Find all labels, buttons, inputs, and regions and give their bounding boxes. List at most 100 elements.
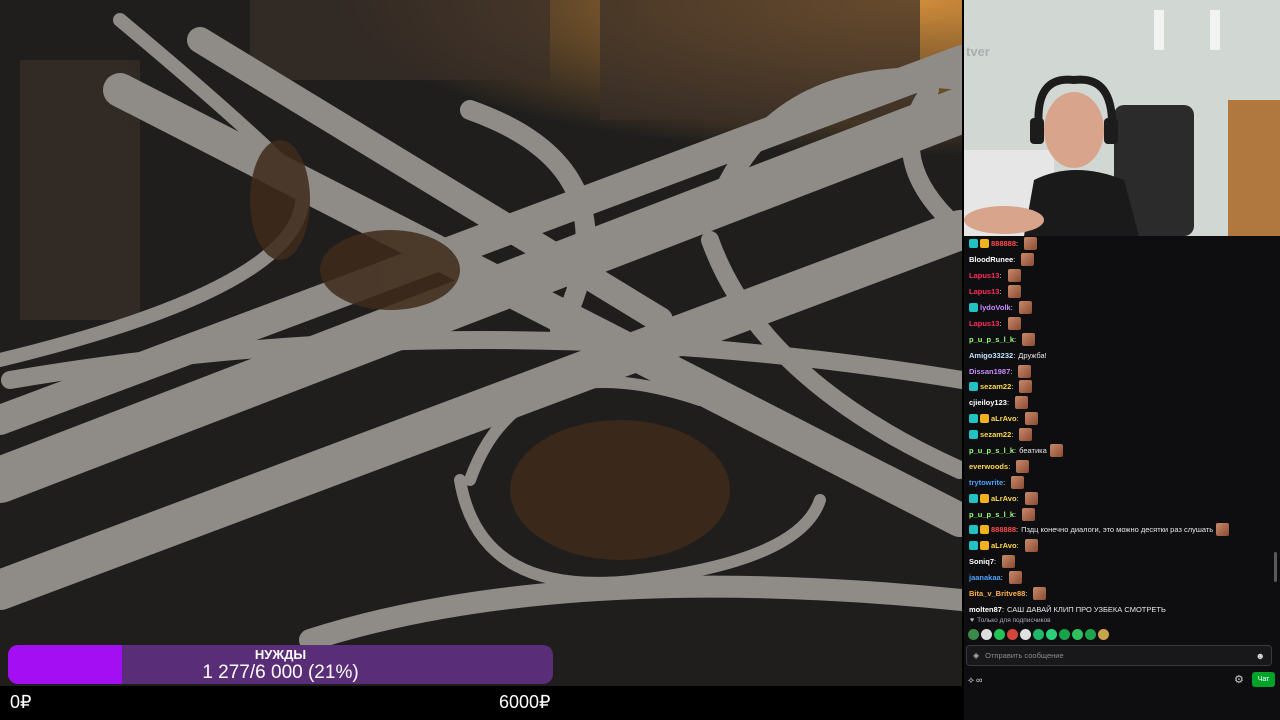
subscriber-badge-icon[interactable] <box>969 303 978 312</box>
chat-separator: : <box>1000 573 1003 583</box>
chat-emote-icon <box>1016 459 1030 473</box>
chat-message-input[interactable] <box>985 651 1256 660</box>
chat-username[interactable]: jaanakaa <box>969 573 1001 582</box>
emote-icon[interactable] <box>1033 629 1044 640</box>
chat-emote-icon <box>1007 316 1021 330</box>
chat-message-list[interactable]: 888888: BloodRunee: Lapus13: Lapus13: lydoVo… <box>964 236 1280 612</box>
chat-username[interactable]: Amigo33232 <box>969 351 1013 360</box>
chat-message: aLrAvo: <box>969 538 1280 554</box>
subscriber-badge-icon[interactable] <box>969 382 978 392</box>
goal-max-label: 6000₽ <box>499 692 551 712</box>
chat-username[interactable]: Lapus13 <box>969 287 999 296</box>
chat-message: 888888: Пздц конечно диалоги, это можно д… <box>969 522 1280 538</box>
crown-badge-icon[interactable] <box>980 525 989 535</box>
chat-separator: : <box>1016 239 1019 249</box>
subscriber-badge-icon[interactable] <box>969 414 978 424</box>
chat-username[interactable]: aLrAvo <box>991 541 1017 550</box>
chat-username[interactable]: 888888 <box>991 525 1016 534</box>
chat-emote-icon <box>1015 396 1029 410</box>
chat-username[interactable]: Lapus13 <box>969 319 999 328</box>
emote-icon[interactable] <box>994 629 1005 640</box>
subscriber-badge-icon[interactable] <box>969 239 978 249</box>
subscriber-badge-icon[interactable] <box>969 493 978 503</box>
chat-username[interactable]: p_u_p_s_l_k <box>969 446 1014 455</box>
chat-message: cjieiloy123: <box>969 395 1280 411</box>
crown-badge-icon[interactable] <box>980 414 989 424</box>
emote-icon[interactable] <box>1020 629 1031 640</box>
chat-username[interactable]: aLrAvo <box>991 414 1017 423</box>
subscriber-badge-icon[interactable] <box>969 525 978 535</box>
chat-message: Lapus13: <box>969 268 1280 284</box>
chat-username[interactable]: everwoods <box>969 462 1008 471</box>
chat-message-text: Пздц конечно диалоги, это можно десятки … <box>1021 525 1214 535</box>
crown-badge-icon[interactable] <box>980 239 989 249</box>
chat-emote-icon <box>1024 412 1038 426</box>
chat-message: Amigo33232: Дружба! <box>969 347 1280 363</box>
chat-separator: : <box>1014 509 1017 519</box>
emote-icon[interactable] <box>968 629 979 640</box>
chat-separator: : <box>994 557 997 567</box>
chat-input-box[interactable]: ◈ ☻ <box>966 645 1272 666</box>
crown-badge-icon[interactable] <box>980 493 989 503</box>
chat-username[interactable]: 888888 <box>991 239 1016 248</box>
chat-scrollbar[interactable] <box>1274 552 1277 582</box>
chat-emote-icon <box>1049 444 1063 458</box>
chat-username[interactable]: sezam22 <box>980 382 1011 391</box>
chat-username[interactable]: molten87 <box>969 605 1002 612</box>
chat-emote-icon <box>1024 237 1038 251</box>
chat-username[interactable]: p_u_p_s_l_k <box>969 510 1014 519</box>
gear-icon[interactable]: ⚙ <box>1234 673 1244 686</box>
goal-min-label: 0₽ <box>10 692 32 712</box>
emote-icon[interactable] <box>1098 629 1109 640</box>
chat-username[interactable]: p_u_p_s_l_k <box>969 335 1014 344</box>
emote-picker-icon[interactable]: ☻ <box>1256 651 1265 661</box>
crown-badge-icon[interactable] <box>980 541 989 551</box>
send-chat-button[interactable]: Чат <box>1252 672 1275 687</box>
chat-message: Lapus13: <box>969 315 1280 331</box>
subscriber-only-label: Только для подписчиков <box>977 617 1051 624</box>
chat-message: p_u_p_s_l_k: <box>969 506 1280 522</box>
channel-points-icon[interactable]: ⟡ <box>968 675 974 686</box>
chat-separator: : <box>1025 589 1028 599</box>
chat-separator: : <box>1016 414 1019 424</box>
chat-emote-icon <box>1033 587 1047 601</box>
chat-username[interactable]: BloodRunee <box>969 255 1013 264</box>
shield-icon[interactable]: ◈ <box>973 651 979 660</box>
emote-icon[interactable] <box>981 629 992 640</box>
chat-username[interactable]: trytowrite <box>969 478 1003 487</box>
chat-separator: : <box>999 271 1002 281</box>
chat-message-text: САШ ДАВАЙ КЛИП ПРО УЗБЕКА СМОТРЕТЬ <box>1007 604 1166 612</box>
chat-message: everwoods: <box>969 458 1280 474</box>
chat-separator: : <box>1011 382 1014 392</box>
chat-message: sezam22: <box>969 379 1280 395</box>
emote-icon[interactable] <box>1085 629 1096 640</box>
chat-message: Soniq7: <box>969 554 1280 570</box>
chat-separator: : <box>1003 477 1006 487</box>
highway-interchange-image <box>0 0 962 686</box>
emote-icon[interactable] <box>1007 629 1018 640</box>
subscriber-badge-icon[interactable] <box>969 430 978 440</box>
chat-username[interactable]: sezam22 <box>980 430 1011 439</box>
emote-icon[interactable] <box>1059 629 1070 640</box>
chat-separator: : <box>1013 255 1016 265</box>
emote-icon[interactable] <box>1072 629 1083 640</box>
chat-username[interactable]: aLrAvo <box>991 494 1017 503</box>
chat-emote-icon <box>1024 539 1038 553</box>
chat-username[interactable]: lydoVolk <box>980 303 1011 312</box>
subscriber-badge-icon[interactable] <box>969 541 978 551</box>
chat-message-text: Дружба! <box>1018 350 1047 360</box>
chat-message: molten87: САШ ДАВАЙ КЛИП ПРО УЗБЕКА СМОТР… <box>969 601 1280 612</box>
chat-username[interactable]: Lapus13 <box>969 271 999 280</box>
chat-emote-icon <box>1019 428 1033 442</box>
chat-separator: : <box>1010 303 1013 312</box>
chat-username[interactable]: cjieiloy123 <box>969 398 1007 407</box>
emote-icon[interactable] <box>1046 629 1057 640</box>
chat-separator: : <box>1016 525 1019 535</box>
chat-emote-icon <box>1022 507 1036 521</box>
chat-username[interactable]: Bita_v_Britve88 <box>969 589 1025 598</box>
streamer-webcam-image <box>964 0 1280 236</box>
emote-quick-bar <box>968 629 1109 640</box>
chat-emote-icon <box>1021 253 1035 267</box>
chat-username[interactable]: Soniq7 <box>969 557 994 566</box>
chat-username[interactable]: Dissan1987 <box>969 367 1010 376</box>
